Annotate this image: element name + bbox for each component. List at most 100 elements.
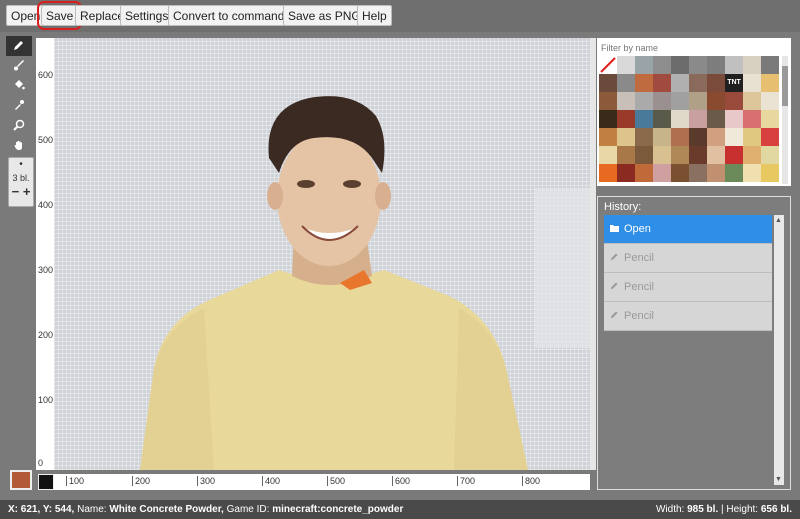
block-tile[interactable] — [707, 164, 725, 182]
block-tile[interactable] — [689, 110, 707, 128]
block-tile[interactable] — [671, 92, 689, 110]
width-label: Width: — [655, 504, 685, 515]
primary-color-swatch[interactable] — [10, 470, 32, 490]
block-tile[interactable] — [725, 110, 743, 128]
block-tile[interactable] — [743, 164, 761, 182]
block-tile[interactable] — [707, 146, 725, 164]
block-tile[interactable] — [725, 128, 743, 146]
help-button[interactable]: Help — [357, 5, 392, 26]
air-block-tile[interactable] — [599, 56, 617, 74]
block-tile[interactable] — [761, 74, 779, 92]
block-tile[interactable] — [653, 110, 671, 128]
block-tile[interactable] — [725, 56, 743, 74]
block-tile[interactable] — [599, 74, 617, 92]
block-tile[interactable] — [599, 128, 617, 146]
block-tile[interactable] — [653, 74, 671, 92]
block-tile[interactable] — [635, 74, 653, 92]
open-button[interactable]: Open — [6, 5, 46, 26]
block-tile[interactable] — [617, 146, 635, 164]
drawing-canvas[interactable] — [54, 38, 590, 470]
block-tile[interactable] — [725, 146, 743, 164]
block-tile[interactable] — [635, 56, 653, 74]
history-item[interactable]: Pencil — [604, 244, 772, 273]
block-tile[interactable] — [743, 56, 761, 74]
brush-tool[interactable] — [6, 56, 32, 76]
block-tile[interactable] — [761, 146, 779, 164]
block-tile[interactable] — [635, 92, 653, 110]
eyedropper-tool[interactable] — [6, 96, 32, 116]
block-tile[interactable] — [635, 146, 653, 164]
block-tile[interactable] — [761, 110, 779, 128]
history-item[interactable]: Open — [604, 215, 772, 244]
history-item[interactable]: Pencil — [604, 273, 772, 302]
block-tile[interactable] — [689, 146, 707, 164]
block-tile[interactable] — [617, 128, 635, 146]
scroll-up-icon[interactable]: ▲ — [775, 217, 782, 224]
block-tile[interactable] — [689, 164, 707, 182]
block-tile[interactable] — [599, 110, 617, 128]
block-tile[interactable] — [761, 164, 779, 182]
save-button[interactable]: Save — [36, 1, 83, 30]
block-tile[interactable] — [707, 92, 725, 110]
block-tile[interactable] — [635, 128, 653, 146]
block-tile[interactable] — [725, 92, 743, 110]
decrease-size-button[interactable]: − — [12, 184, 20, 199]
block-tile[interactable] — [743, 74, 761, 92]
convert-to-commands-button[interactable]: Convert to commands.. — [168, 5, 303, 26]
block-tile[interactable] — [743, 146, 761, 164]
settings-button[interactable]: Settings — [120, 5, 174, 26]
block-tile[interactable] — [599, 92, 617, 110]
block-tile[interactable] — [599, 164, 617, 182]
block-tile[interactable] — [617, 164, 635, 182]
block-tile[interactable] — [617, 110, 635, 128]
block-tile[interactable] — [671, 146, 689, 164]
block-tile[interactable] — [761, 92, 779, 110]
block-tile[interactable] — [635, 164, 653, 182]
hand-tool[interactable] — [6, 136, 32, 156]
block-tile[interactable] — [707, 74, 725, 92]
hand-icon — [13, 139, 25, 154]
filter-input[interactable] — [599, 40, 783, 56]
block-tile[interactable] — [635, 110, 653, 128]
block-tile[interactable] — [761, 128, 779, 146]
ruler-label: 600 — [38, 70, 54, 80]
palette-scrollbar[interactable] — [782, 56, 788, 184]
block-tile[interactable] — [671, 128, 689, 146]
block-tile[interactable] — [671, 164, 689, 182]
block-tile[interactable] — [743, 110, 761, 128]
block-tile[interactable] — [743, 128, 761, 146]
scroll-down-icon[interactable]: ▼ — [775, 476, 782, 483]
block-tile[interactable] — [653, 164, 671, 182]
block-tile[interactable] — [671, 74, 689, 92]
increase-size-button[interactable]: + — [23, 184, 31, 199]
block-tile[interactable] — [599, 146, 617, 164]
zoom-tool[interactable] — [6, 116, 32, 136]
pencil-tool[interactable] — [6, 36, 32, 56]
block-tile[interactable] — [689, 92, 707, 110]
block-tile[interactable]: TNT — [725, 74, 743, 92]
history-item[interactable]: Pencil — [604, 302, 772, 331]
block-tile[interactable] — [707, 110, 725, 128]
block-tile[interactable] — [617, 74, 635, 92]
fill-tool[interactable] — [6, 76, 32, 96]
block-tile[interactable] — [653, 146, 671, 164]
block-tile[interactable] — [707, 56, 725, 74]
block-tile[interactable] — [653, 128, 671, 146]
canvas-scrollbar[interactable] — [590, 38, 596, 470]
block-tile[interactable] — [761, 56, 779, 74]
width-value: 985 bl. — [687, 504, 719, 515]
block-tile[interactable] — [689, 128, 707, 146]
block-tile[interactable] — [653, 56, 671, 74]
block-tile[interactable] — [707, 128, 725, 146]
block-tile[interactable] — [743, 92, 761, 110]
block-tile[interactable] — [653, 92, 671, 110]
block-tile[interactable] — [689, 56, 707, 74]
block-tile[interactable] — [689, 74, 707, 92]
block-tile[interactable] — [617, 92, 635, 110]
block-tile[interactable] — [671, 110, 689, 128]
history-scrollbar[interactable]: ▲ ▼ — [774, 215, 784, 485]
block-tile[interactable] — [617, 56, 635, 74]
secondary-color-swatch[interactable] — [38, 474, 54, 490]
block-tile[interactable] — [671, 56, 689, 74]
block-tile[interactable] — [725, 164, 743, 182]
